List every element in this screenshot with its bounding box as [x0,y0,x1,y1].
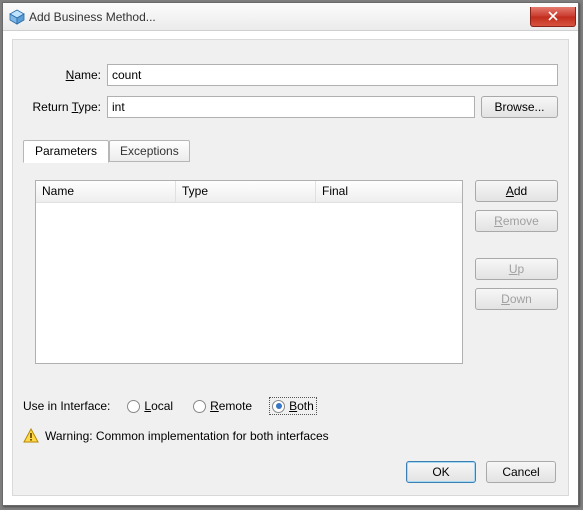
name-input[interactable] [107,64,558,86]
close-icon [548,11,558,21]
tab-parameters[interactable]: Parameters [23,140,109,163]
interface-row: Use in Interface: Local Remote Both [23,397,317,415]
table-buttons: Add Remove Up Down [475,180,558,318]
tabstrip: ParametersExceptions [23,140,190,162]
col-type[interactable]: Type [176,181,316,202]
radio-remote[interactable]: Remote [190,397,255,415]
dialog-buttons: OK Cancel [406,461,556,483]
ok-button[interactable]: OK [406,461,476,483]
tab-exceptions[interactable]: Exceptions [109,140,190,162]
radio-icon [193,400,206,413]
add-button[interactable]: Add [475,180,558,202]
close-button[interactable] [530,7,576,27]
interface-label: Use in Interface: [23,399,110,413]
table-header: Name Type Final [36,181,462,203]
radio-local[interactable]: Local [124,397,176,415]
name-label: Name: [23,68,101,82]
down-button[interactable]: Down [475,288,558,310]
col-final[interactable]: Final [316,181,462,202]
radio-icon [127,400,140,413]
titlebar: Add Business Method... [3,3,578,31]
radio-local-label: Local [144,399,173,413]
up-button[interactable]: Up [475,258,558,280]
warning-icon [23,428,39,444]
remove-button[interactable]: Remove [475,210,558,232]
cube-icon [9,9,25,25]
return-type-label: Return Type: [23,100,101,114]
radio-both[interactable]: Both [269,397,317,415]
col-name[interactable]: Name [36,181,176,202]
radio-remote-label: Remote [210,399,252,413]
return-type-input[interactable] [107,96,475,118]
window-title: Add Business Method... [29,10,156,24]
warning-text: Warning: Common implementation for both … [45,429,329,443]
browse-button[interactable]: Browse... [481,96,558,118]
radio-both-label: Both [289,399,314,413]
radio-icon [272,400,285,413]
dialog-window: Add Business Method... Name: Return Type… [2,2,579,506]
dialog-content: Name: Return Type: Browse... ParametersE… [12,39,569,496]
parameters-table[interactable]: Name Type Final [35,180,463,364]
warning-row: Warning: Common implementation for both … [23,428,329,444]
cancel-button[interactable]: Cancel [486,461,556,483]
